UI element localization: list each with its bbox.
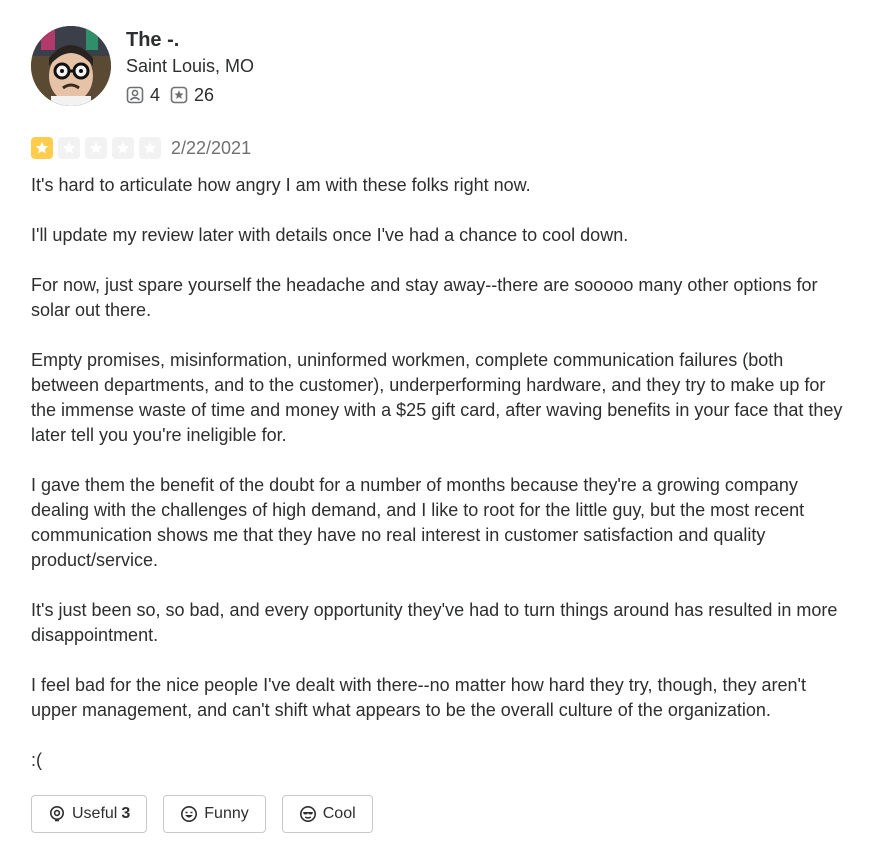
star-icon [85, 137, 107, 159]
review-paragraph: :( [31, 750, 42, 770]
review-card: The -. Saint Louis, MO 4 26 2/22/2021 It… [31, 26, 846, 833]
useful-count: 3 [121, 805, 131, 822]
friends-count: 4 [150, 85, 161, 105]
star-icon [31, 137, 53, 159]
star-rating [31, 137, 166, 159]
review-star-icon [170, 86, 188, 104]
user-name[interactable]: The -. [126, 28, 254, 52]
review-paragraph: I gave them the benefit of the doubt for… [31, 475, 805, 570]
cool-button[interactable]: Cool [281, 795, 373, 833]
star-icon [139, 137, 161, 159]
review-paragraph: It's just been so, so bad, and every opp… [31, 600, 838, 645]
user-stats: 4 26 [126, 84, 254, 106]
review-date: 2/22/2021 [171, 137, 252, 158]
friends-icon [126, 86, 144, 104]
useful-label: Useful [72, 805, 118, 822]
friends-stat: 4 [126, 84, 160, 106]
lightbulb-icon [50, 806, 64, 822]
useful-button[interactable]: Useful 3 [31, 795, 148, 833]
reviews-stat: 26 [170, 84, 214, 106]
cool-label: Cool [322, 805, 356, 822]
rating-row: 2/22/2021 [31, 137, 846, 159]
user-passport: The -. Saint Louis, MO 4 26 [31, 26, 846, 106]
review-paragraph: I feel bad for the nice people I've deal… [31, 675, 806, 720]
sunglasses-face-icon [299, 806, 316, 822]
review-text: It's hard to articulate how angry I am w… [31, 173, 846, 773]
funny-label: Funny [204, 805, 249, 822]
star-icon [112, 137, 134, 159]
star-icon [58, 137, 80, 159]
user-location: Saint Louis, MO [126, 56, 255, 76]
avatar[interactable] [31, 26, 111, 106]
funny-face-icon [181, 806, 198, 822]
review-paragraph: Empty promises, misinformation, uninform… [31, 350, 843, 445]
reviews-count: 26 [194, 85, 215, 105]
review-paragraph: I'll update my review later with details… [31, 225, 629, 245]
reaction-buttons: Useful 3 Funny Cool [31, 795, 846, 833]
review-paragraph: For now, just spare yourself the headach… [31, 275, 818, 320]
review-paragraph: It's hard to articulate how angry I am w… [31, 175, 531, 195]
funny-button[interactable]: Funny [163, 795, 266, 833]
